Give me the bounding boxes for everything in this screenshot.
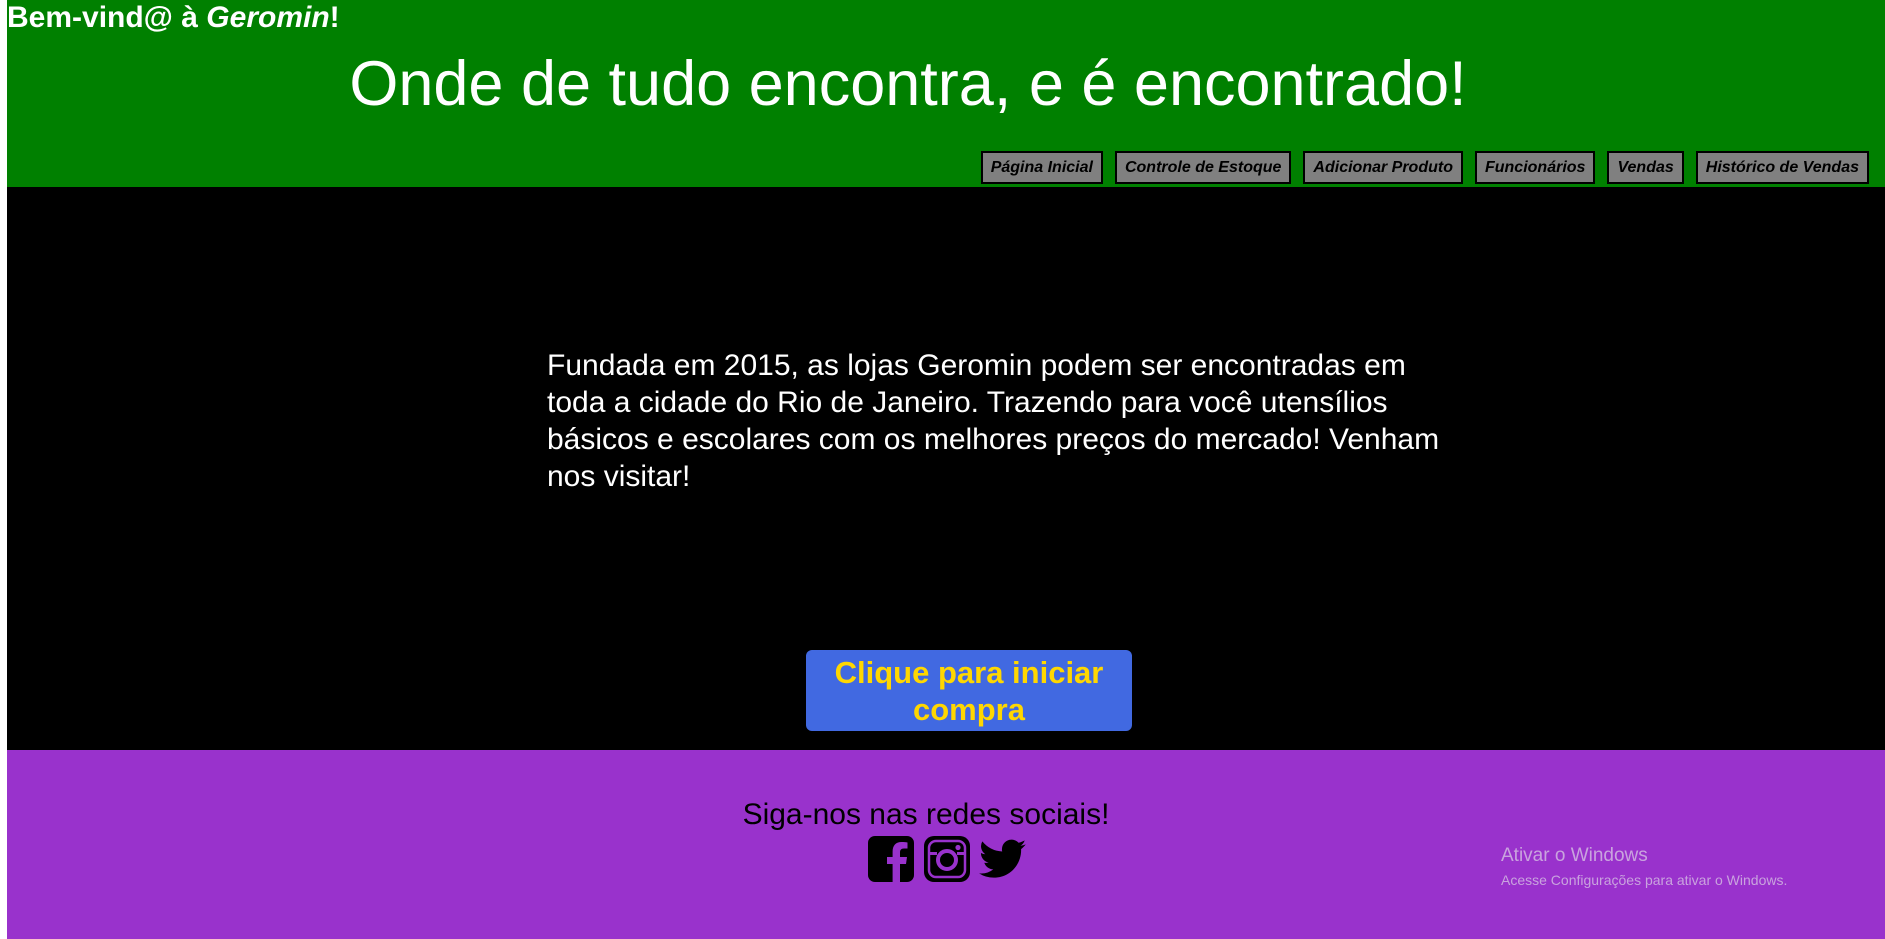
nav-item-vendas[interactable]: Vendas: [1607, 151, 1684, 184]
facebook-icon[interactable]: [867, 835, 915, 883]
page: Bem-vind@ à Geromin! Onde de tudo encont…: [7, 0, 1885, 939]
nav-item-adicionar-produto[interactable]: Adicionar Produto: [1303, 151, 1463, 184]
brand-name: Geromin: [206, 1, 330, 34]
follow-us-text: Siga-nos nas redes sociais!: [742, 798, 1110, 831]
watermark-title: Ativar o Windows: [1501, 845, 1648, 866]
welcome-heading: Bem-vind@ à Geromin!: [7, 0, 340, 36]
nav-item-historico-de-vendas[interactable]: Histórico de Vendas: [1695, 151, 1869, 184]
start-purchase-button[interactable]: Clique para iniciar compra: [806, 650, 1132, 731]
instagram-icon[interactable]: [923, 835, 971, 883]
site-footer: Siga-nos nas redes sociais! Ativar o Win…: [7, 750, 1885, 939]
welcome-suffix: !: [329, 1, 340, 34]
welcome-prefix: Bem-vind@ à: [7, 1, 207, 34]
tagline: Onde de tudo encontra, e é encontrado!: [349, 49, 1467, 119]
twitter-icon[interactable]: [979, 835, 1027, 883]
social-links: [867, 835, 1027, 883]
site-header: Bem-vind@ à Geromin! Onde de tudo encont…: [7, 0, 1885, 187]
main-nav: Página Inicial Controle de Estoque Adici…: [980, 151, 1869, 184]
windows-activation-watermark: Ativar o Windows Acesse Configurações pa…: [1501, 845, 1787, 890]
nav-item-controle-de-estoque[interactable]: Controle de Estoque: [1114, 151, 1292, 184]
watermark-subtitle: Acesse Configurações para ativar o Windo…: [1501, 872, 1788, 888]
intro-paragraph: Fundada em 2015, as lojas Geromin podem …: [547, 349, 1440, 493]
main-content: Fundada em 2015, as lojas Geromin podem …: [7, 187, 1885, 750]
nav-item-pagina-inicial[interactable]: Página Inicial: [980, 151, 1103, 184]
nav-item-funcionarios[interactable]: Funcionários: [1474, 151, 1596, 184]
